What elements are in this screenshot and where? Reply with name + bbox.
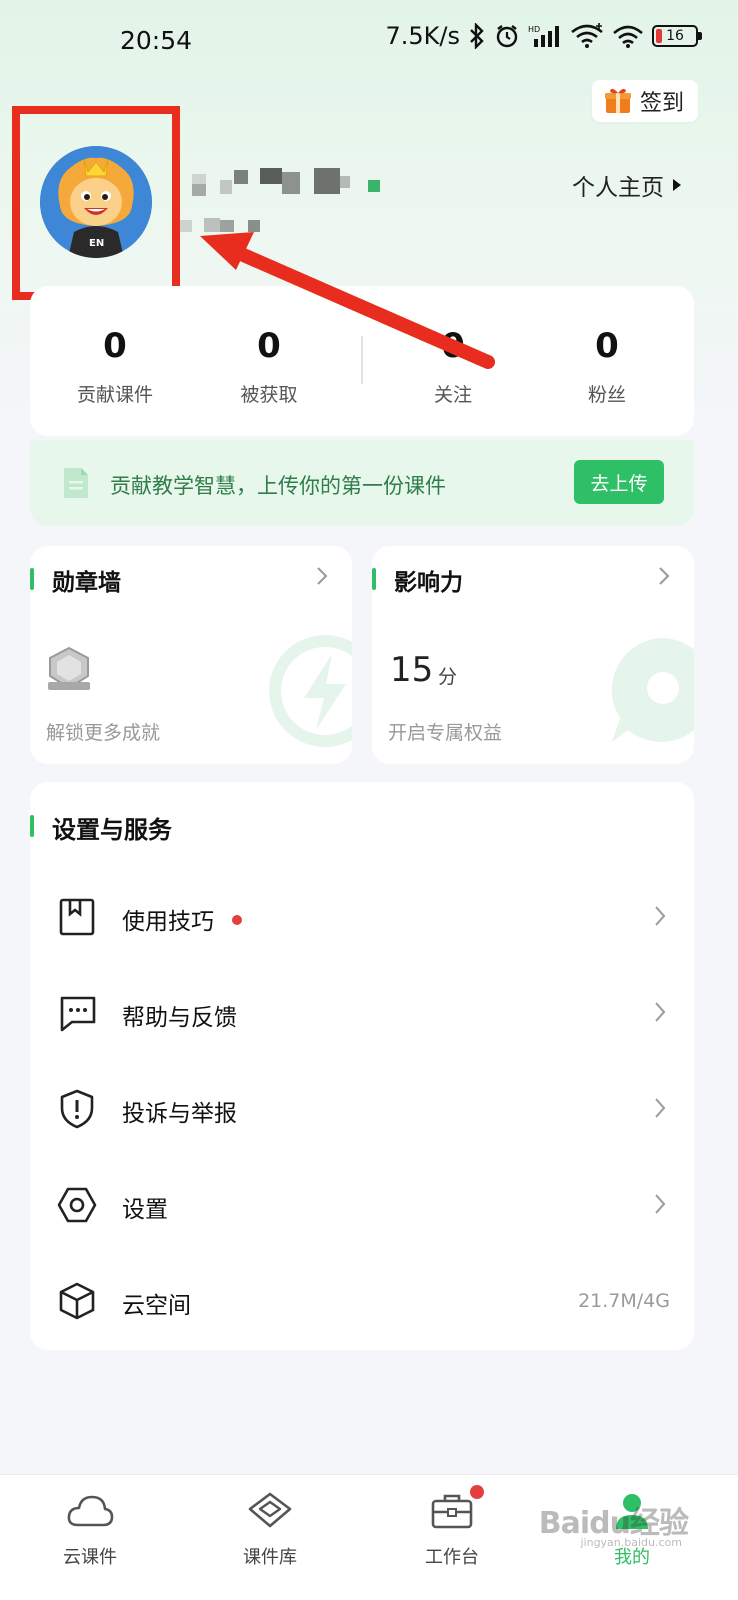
- gift-icon: [604, 88, 631, 113]
- banner-text: 贡献教学智慧，上传你的第一份课件: [110, 474, 446, 498]
- username-mosaic: [180, 166, 400, 236]
- stat-value: 0: [103, 326, 127, 366]
- settings-item-tips[interactable]: 使用技巧: [30, 872, 694, 962]
- chevron-right-icon: [655, 1002, 666, 1022]
- profile-home-link[interactable]: 个人主页: [572, 168, 682, 202]
- bookmark-icon: [59, 898, 95, 936]
- stat-label: 被获取: [240, 384, 298, 406]
- influence-title: 影响力: [394, 570, 463, 596]
- badge-wall-card[interactable]: 勋章墙 解锁更多成就: [30, 546, 352, 764]
- cloud-usage-value: 21.7M/4G: [578, 1290, 670, 1312]
- status-time: 20:54: [120, 26, 193, 55]
- badge-wall-title: 勋章墙: [52, 570, 121, 596]
- badge-medal-icon: [48, 646, 90, 690]
- triangle-right-icon: [673, 179, 681, 191]
- wifi-icon: [571, 23, 603, 48]
- signal-icon: HD: [528, 25, 559, 47]
- network-speed: 7.5K/s: [385, 22, 461, 50]
- nav-label: 云课件: [63, 1547, 117, 1568]
- stat-label: 粉丝: [587, 384, 626, 406]
- status-icons: 7.5K/s HD 16: [385, 22, 702, 50]
- chevron-right-icon: [655, 1098, 666, 1118]
- bluetooth-icon: [470, 23, 484, 49]
- settings-item-label: 使用技巧: [122, 909, 214, 935]
- nav-tab-courseware-library[interactable]: 课件库: [210, 1491, 330, 1569]
- chevron-right-icon: [317, 567, 328, 585]
- settings-item-label: 投诉与举报: [122, 1101, 237, 1127]
- cloud-icon: [67, 1495, 114, 1527]
- nav-label: 课件库: [243, 1547, 297, 1568]
- influence-subtitle: 开启专属权益: [388, 722, 503, 744]
- chat-icon: [60, 996, 96, 1032]
- stat-fans[interactable]: 0 粉丝: [532, 326, 682, 407]
- battery-level: 16: [666, 28, 684, 44]
- stats-divider: [361, 336, 363, 384]
- title-accent-bar: [372, 568, 376, 590]
- notification-dot: [232, 915, 242, 925]
- library-icon: [248, 1492, 292, 1528]
- settings-title: 设置与服务: [52, 816, 172, 844]
- watermark-domain: jingyan.baidu.com: [580, 1536, 682, 1549]
- settings-item-label: 设置: [122, 1197, 168, 1223]
- shield-alert-icon: [60, 1089, 94, 1129]
- stats-card: 0 贡献课件 0 被获取 0 关注 0 粉丝: [30, 286, 694, 436]
- stat-following[interactable]: 0 关注: [378, 326, 528, 407]
- alarm-icon: [496, 25, 518, 48]
- svg-text:HD: HD: [528, 25, 540, 34]
- profile-home-label: 个人主页: [572, 175, 664, 201]
- badge-wall-subtitle: 解锁更多成就: [46, 722, 161, 744]
- nav-tab-workbench[interactable]: 工作台: [392, 1485, 512, 1569]
- toolbox-icon: [431, 1494, 473, 1529]
- checkin-label: 签到: [639, 91, 684, 116]
- title-accent-bar: [30, 815, 34, 837]
- avatar-highlight-box: [12, 106, 180, 300]
- nav-tab-cloud-courseware[interactable]: 云课件: [30, 1491, 150, 1569]
- settings-item-label: 帮助与反馈: [122, 1005, 237, 1031]
- chevron-right-icon: [655, 1194, 666, 1214]
- influence-score: 15: [390, 650, 434, 690]
- stat-label: 贡献课件: [76, 384, 153, 406]
- stat-contributed[interactable]: 0 贡献课件: [40, 326, 190, 407]
- stat-value: 0: [257, 326, 281, 366]
- settings-item-settings[interactable]: 设置: [30, 1160, 694, 1250]
- chat-bubble-watermark-icon: [611, 638, 694, 742]
- settings-item-cloud-space[interactable]: 云空间 21.7M/4G: [30, 1256, 694, 1346]
- stat-value: 0: [441, 326, 465, 366]
- settings-item-help[interactable]: 帮助与反馈: [30, 968, 694, 1058]
- stat-label: 关注: [433, 384, 472, 406]
- settings-item-label: 云空间: [122, 1293, 191, 1319]
- wifi-icon-secondary: [613, 25, 643, 48]
- nav-label: 工作台: [425, 1547, 479, 1568]
- settings-card: 设置与服务 使用技巧 帮助与反馈 投诉与举报 设置 云空间 21.7M/4G: [30, 782, 694, 1350]
- hex-gear-icon: [57, 1187, 97, 1223]
- upload-button[interactable]: 去上传: [574, 460, 664, 504]
- influence-card[interactable]: 影响力 15 分 开启专属权益: [372, 546, 694, 764]
- chevron-right-icon: [659, 567, 670, 585]
- document-icon: [64, 468, 88, 498]
- battery-icon: 16: [652, 25, 702, 47]
- stat-value: 0: [595, 326, 619, 366]
- notification-dot: [470, 1485, 484, 1499]
- chevron-right-icon: [655, 906, 666, 926]
- lightning-watermark-icon: [269, 635, 352, 747]
- checkin-button[interactable]: 签到: [591, 80, 698, 122]
- title-accent-bar: [30, 568, 34, 590]
- settings-item-report[interactable]: 投诉与举报: [30, 1064, 694, 1154]
- cube-icon: [59, 1282, 95, 1320]
- influence-score-unit: 分: [438, 666, 458, 688]
- stat-obtained[interactable]: 0 被获取: [194, 326, 344, 407]
